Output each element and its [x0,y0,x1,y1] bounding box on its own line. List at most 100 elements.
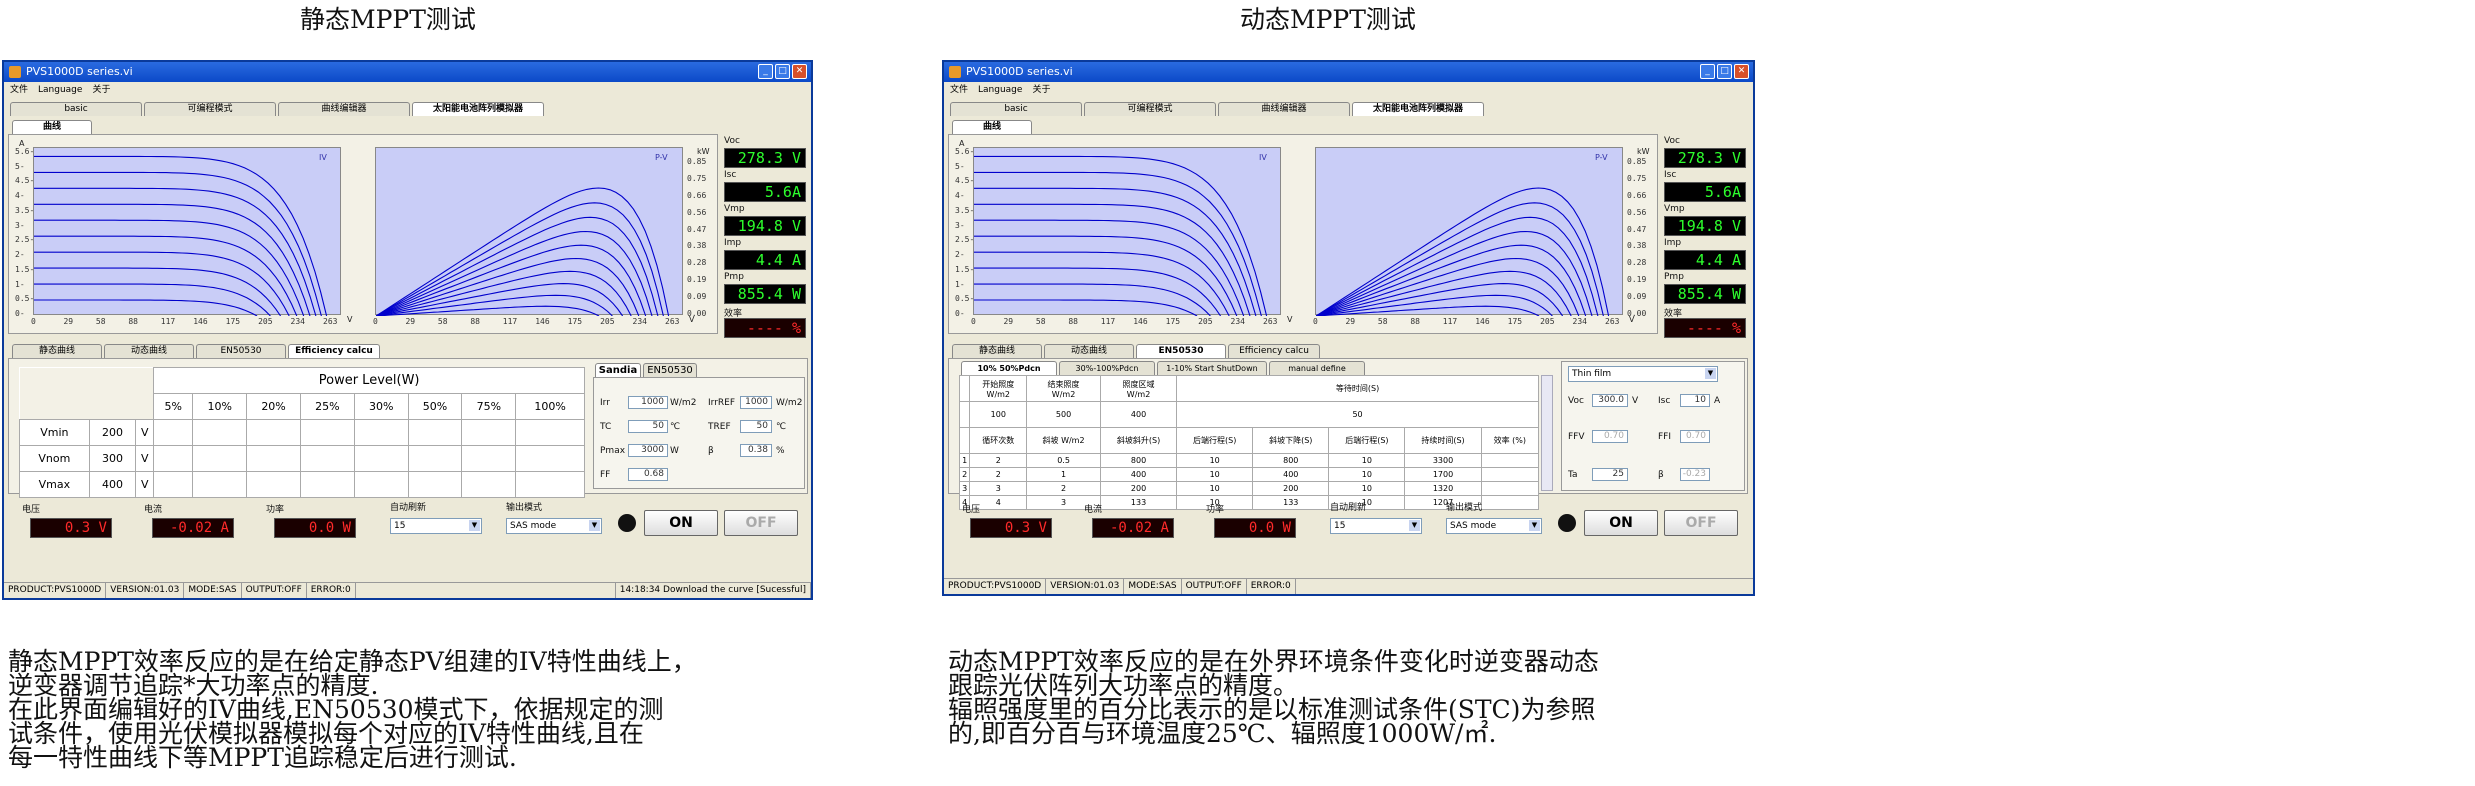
menu-language[interactable]: Language [38,82,82,98]
output-mode-select[interactable]: SAS mode ▼ [1446,518,1542,534]
table-cell[interactable]: 1320 [1404,481,1482,496]
pmax-field[interactable]: 3000 [628,444,668,457]
tab-10-50-pdcn[interactable]: 10% 50%Pdcn [961,361,1057,375]
output-mode-select[interactable]: SAS mode ▼ [506,518,602,534]
maximize-button[interactable]: □ [775,64,790,79]
ffi-field[interactable]: 0.70 [1680,430,1710,443]
menu-file[interactable]: 文件 [10,82,28,98]
isc-field[interactable]: 10 [1680,394,1710,407]
on-button[interactable]: ON [1584,510,1658,536]
table-cell[interactable]: 10 [1328,453,1406,468]
table-cell[interactable]: 2 [969,453,1028,468]
tref-field[interactable]: 50 [740,420,772,433]
tab-basic[interactable]: basic [10,102,142,116]
module-type-select[interactable]: Thin film ▼ [1568,366,1718,382]
tab-solar-array-simulator[interactable]: 太阳能电池阵列模拟器 [1352,102,1484,116]
table-cell[interactable]: 800 [1252,453,1330,468]
table-scrollbar[interactable] [1541,375,1553,491]
maximize-button[interactable]: □ [1717,64,1732,79]
tab-en50530-param[interactable]: EN50530 [643,363,697,377]
tab-solar-array-simulator[interactable]: 太阳能电池阵列模拟器 [412,102,544,116]
table-cell[interactable]: 400 [1252,467,1330,482]
tab-dynamic-curve[interactable]: 动态曲线 [104,344,194,358]
tick-label: 0.28 [687,258,707,268]
off-button[interactable]: OFF [1664,510,1738,536]
ffv-field[interactable]: 0.70 [1592,430,1628,443]
voc-field[interactable]: 300.0 [1592,394,1628,407]
on-button[interactable]: ON [644,510,718,536]
power-readout: 0.0 W [1214,518,1296,538]
table-cell[interactable]: 400 [1099,467,1178,482]
tab-programmable[interactable]: 可编程模式 [1084,102,1216,116]
tab-curve[interactable]: 曲线 [952,120,1032,134]
tick-label: 1.5- [955,264,975,274]
table-cell[interactable]: 10 [1176,453,1254,468]
table-cell[interactable]: 1700 [1404,467,1482,482]
table-cell[interactable]: 3 [969,481,1028,496]
table-cell[interactable]: 10 [1176,467,1254,482]
tab-basic[interactable]: basic [950,102,1082,116]
tab-efficiency-calcu[interactable]: Efficiency calcu [288,344,380,358]
header-value-cell[interactable]: 100 [969,401,1028,428]
table-cell[interactable]: 133 [1099,495,1178,510]
tab-static-curve[interactable]: 静态曲线 [952,344,1042,358]
tick-label: 58 [437,317,448,326]
tab-curve-editor[interactable]: 曲线编辑器 [278,102,410,116]
table-cell[interactable]: 800 [1099,453,1178,468]
menu-about[interactable]: 关于 [92,82,110,98]
tab-en50530[interactable]: EN50530 [196,344,286,358]
ff-field[interactable]: 0.68 [628,468,668,481]
tick-label: 0.47 [1627,224,1647,234]
tab-dynamic-curve[interactable]: 动态曲线 [1044,344,1134,358]
beta-field[interactable]: -0.23 [1680,468,1710,481]
tc-field[interactable]: 50 [628,420,668,433]
tab-curve-editor[interactable]: 曲线编辑器 [1218,102,1350,116]
table-cell[interactable] [1480,481,1540,496]
close-button[interactable]: ✕ [792,64,807,79]
table-cell[interactable]: 133 [1252,495,1330,510]
table-cell[interactable]: 10 [1328,467,1406,482]
refresh-select[interactable]: 15 ▼ [1330,518,1422,534]
window-title: PVS1000D series.vi [966,65,1073,78]
tab-manual-define[interactable]: manual define [1269,361,1365,375]
tab-curve[interactable]: 曲线 [12,120,92,134]
beta-field[interactable]: 0.38 [740,444,772,457]
row-value[interactable]: 200 [88,419,137,446]
table-cell[interactable] [1480,453,1540,468]
tab-programmable[interactable]: 可编程模式 [144,102,276,116]
menu-language[interactable]: Language [978,82,1022,98]
off-button[interactable]: OFF [724,510,798,536]
tab-efficiency-calcu[interactable]: Efficiency calcu [1228,344,1320,358]
refresh-select[interactable]: 15 ▼ [390,518,482,534]
tab-static-curve[interactable]: 静态曲线 [12,344,102,358]
minimize-button[interactable]: _ [758,64,773,79]
table-cell[interactable]: 0.5 [1026,453,1101,468]
table-cell[interactable]: 2 [969,467,1028,482]
table-cell[interactable]: 2 [1026,481,1101,496]
table-cell[interactable]: 3300 [1404,453,1482,468]
table-cell[interactable]: 200 [1252,481,1330,496]
header-value-cell[interactable]: 50 [1176,401,1539,428]
table-cell[interactable] [1480,467,1540,482]
table-cell[interactable]: 10 [1328,481,1406,496]
tab-en50530[interactable]: EN50530 [1136,344,1226,358]
irr-field[interactable]: 1000 [628,396,668,409]
header-value-cell[interactable]: 400 [1099,401,1178,428]
irref-field[interactable]: 1000 [740,396,772,409]
close-button[interactable]: ✕ [1734,64,1749,79]
header-value-cell[interactable]: 500 [1026,401,1101,428]
minimize-button[interactable]: _ [1700,64,1715,79]
tab-30-100-pdcn[interactable]: 30%-100%Pdcn [1059,361,1155,375]
ta-field[interactable]: 25 [1592,468,1628,481]
tab-sandia[interactable]: Sandia [595,363,641,377]
table-cell[interactable] [1480,495,1540,510]
menu-about[interactable]: 关于 [1032,82,1050,98]
row-value[interactable]: 300 [88,445,137,472]
table-cell[interactable]: 200 [1099,481,1178,496]
table-cell[interactable]: 1 [1026,467,1101,482]
table-cell[interactable]: 10 [1176,481,1254,496]
row-value[interactable]: 400 [88,471,137,498]
menu-file[interactable]: 文件 [950,82,968,98]
tick-label: 88 [1410,317,1420,326]
tab-start-shutdown[interactable]: 1-10% Start ShutDown [1157,361,1267,375]
